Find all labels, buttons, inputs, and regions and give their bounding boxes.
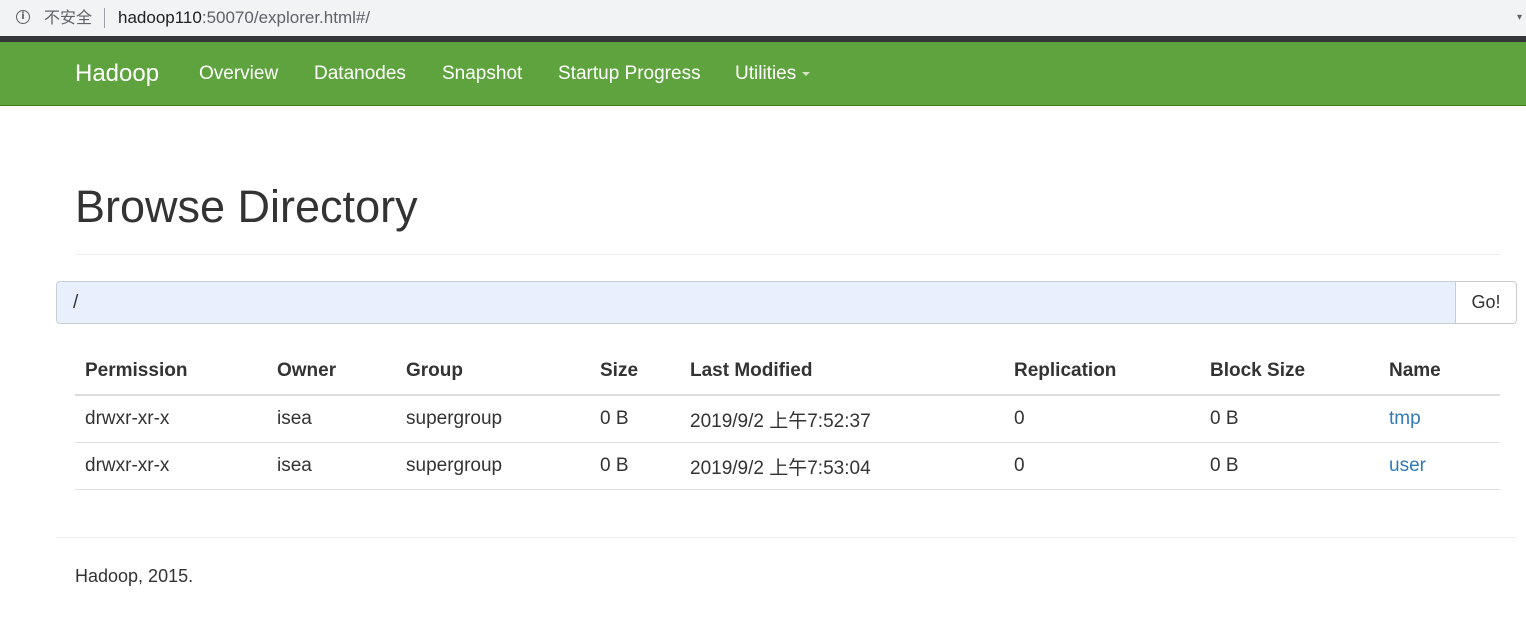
table-row: drwxr-xr-x isea supergroup 0 B 2019/9/2 … <box>75 442 1500 490</box>
cell-permission: drwxr-xr-x <box>75 395 267 443</box>
cell-replication: 0 <box>1004 442 1200 490</box>
url-text[interactable]: hadoop110:50070/explorer.html#/ <box>118 8 370 28</box>
top-navbar: Hadoop Overview Datanodes Snapshot Start… <box>0 42 1526 106</box>
chevron-down-icon[interactable]: ▾ <box>1517 12 1522 23</box>
cell-last-modified: 2019/9/2 上午7:53:04 <box>680 442 1004 490</box>
cell-group: supergroup <box>396 442 590 490</box>
cell-permission: drwxr-xr-x <box>75 442 267 490</box>
directory-link-user[interactable]: user <box>1389 455 1426 476</box>
nav-utilities-dropdown[interactable]: Utilities <box>735 42 811 106</box>
info-icon[interactable]: i <box>16 10 30 24</box>
page-title: Browse Directory <box>75 181 418 232</box>
nav-datanodes[interactable]: Datanodes <box>314 42 406 106</box>
cell-name: user <box>1379 442 1500 490</box>
directory-table: Permission Owner Group Size Last Modifie… <box>75 348 1500 490</box>
go-button[interactable]: Go! <box>1455 281 1517 324</box>
footer-text: Hadoop, 2015. <box>75 566 194 586</box>
cell-name: tmp <box>1379 395 1500 443</box>
nav-overview[interactable]: Overview <box>199 42 278 106</box>
directory-path-input[interactable] <box>56 281 1456 324</box>
cell-owner: isea <box>267 395 396 443</box>
url-host: hadoop110 <box>118 8 202 27</box>
cell-size: 0 B <box>590 442 680 490</box>
table-header-row: Permission Owner Group Size Last Modifie… <box>75 348 1500 396</box>
cell-block-size: 0 B <box>1200 395 1379 443</box>
security-label[interactable]: 不安全 <box>44 8 92 28</box>
column-header-permission[interactable]: Permission <box>75 348 267 396</box>
column-header-block-size[interactable]: Block Size <box>1200 348 1379 396</box>
caret-down-icon <box>802 71 811 76</box>
title-divider <box>75 254 1500 255</box>
column-header-size[interactable]: Size <box>590 348 680 396</box>
column-header-last-modified[interactable]: Last Modified <box>680 348 1004 396</box>
cell-replication: 0 <box>1004 395 1200 443</box>
cell-owner: isea <box>267 442 396 490</box>
nav-snapshot[interactable]: Snapshot <box>442 42 522 106</box>
table-row: drwxr-xr-x isea supergroup 0 B 2019/9/2 … <box>75 395 1500 443</box>
url-path: :50070/explorer.html#/ <box>201 8 371 27</box>
cell-size: 0 B <box>590 395 680 443</box>
nav-utilities-label: Utilities <box>735 63 797 84</box>
address-separator <box>104 8 105 28</box>
column-header-replication[interactable]: Replication <box>1004 348 1200 396</box>
nav-startup-progress[interactable]: Startup Progress <box>558 42 701 106</box>
cell-block-size: 0 B <box>1200 442 1379 490</box>
column-header-name[interactable]: Name <box>1379 348 1500 396</box>
cell-last-modified: 2019/9/2 上午7:52:37 <box>680 395 1004 443</box>
directory-link-tmp[interactable]: tmp <box>1389 408 1421 429</box>
column-header-owner[interactable]: Owner <box>267 348 396 396</box>
brand-link[interactable]: Hadoop <box>75 42 159 106</box>
browser-address-bar[interactable]: i 不安全 hadoop110:50070/explorer.html#/ ▾ <box>0 0 1526 37</box>
footer-divider <box>56 537 1517 538</box>
column-header-group[interactable]: Group <box>396 348 590 396</box>
cell-group: supergroup <box>396 395 590 443</box>
